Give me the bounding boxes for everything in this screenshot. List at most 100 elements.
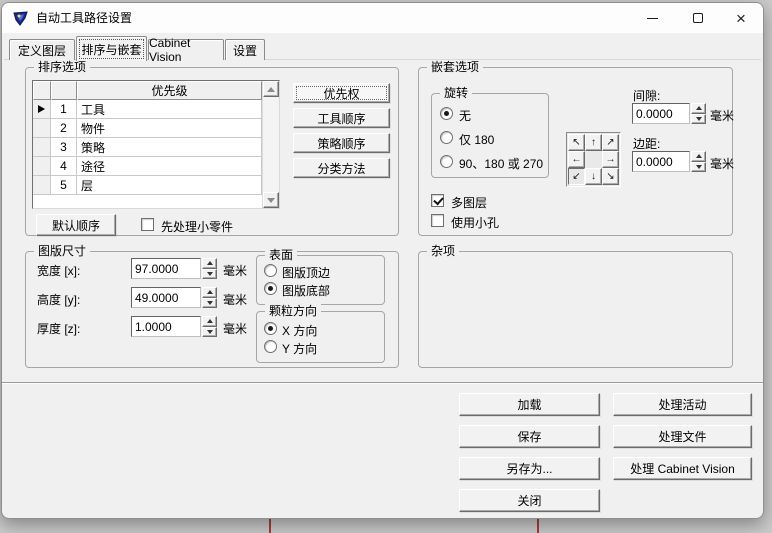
- rotation-180-radio[interactable]: [440, 131, 453, 144]
- height-input[interactable]: [131, 287, 201, 308]
- minimize-icon: [646, 17, 658, 19]
- pad-left-button[interactable]: ←: [568, 151, 585, 168]
- group-label: 杂项: [427, 244, 460, 258]
- window-title: 自动工具路径设置: [36, 11, 133, 25]
- save-as-button[interactable]: 另存为...: [459, 457, 600, 480]
- margin-spinner: [691, 151, 706, 172]
- margin-input[interactable]: [632, 151, 690, 172]
- table-row[interactable]: 3 策略: [33, 138, 279, 157]
- multi-layer-label: 多图层: [451, 196, 488, 210]
- row-selector-cell[interactable]: [33, 176, 51, 195]
- row-value[interactable]: 层: [77, 176, 262, 195]
- gap-input[interactable]: [632, 103, 690, 124]
- gap-unit-label: 毫米: [710, 109, 735, 123]
- rotation-90-180-270-radio[interactable]: [440, 155, 453, 168]
- tab-define-layers[interactable]: 定义图层: [9, 39, 75, 60]
- thickness-input[interactable]: [131, 316, 201, 337]
- tab-label: Cabinet Vision: [149, 36, 191, 64]
- height-spinner: [202, 287, 217, 308]
- table-row[interactable]: 4 途径: [33, 157, 279, 176]
- thickness-spin-up-button[interactable]: [202, 316, 217, 327]
- sort-method-button[interactable]: 分类方法: [293, 158, 390, 178]
- table-row[interactable]: 5 层: [33, 176, 279, 195]
- nesting-direction-pad: ↖ ↑ ↗ ← → ↙ ↓ ↘: [566, 132, 621, 187]
- grain-x-label: X 方向: [282, 324, 318, 338]
- use-small-holes-checkbox[interactable]: [431, 214, 444, 227]
- gap-spinner: [691, 103, 706, 124]
- grain-x-radio[interactable]: [264, 322, 277, 335]
- table-row[interactable]: 2 物件: [33, 119, 279, 138]
- row-value[interactable]: 工具: [77, 100, 262, 119]
- margin-label: 边距:: [633, 137, 661, 151]
- spin-down-icon: [695, 164, 702, 169]
- row-selector-cell[interactable]: [33, 119, 51, 138]
- tab-sort-and-nesting[interactable]: 排序与嵌套: [76, 36, 147, 61]
- small-parts-first-checkbox[interactable]: [141, 218, 154, 231]
- rotation-90-180-270-label: 90、180 或 270: [459, 157, 544, 171]
- default-order-button[interactable]: 默认顺序: [36, 214, 116, 236]
- width-spin-up-button[interactable]: [202, 258, 217, 269]
- multi-layer-checkbox[interactable]: [431, 194, 444, 207]
- margin-spin-up-button[interactable]: [691, 151, 706, 162]
- group-misc: 杂项: [418, 244, 733, 368]
- pad-up-left-button[interactable]: ↖: [568, 134, 585, 151]
- save-button[interactable]: 保存: [459, 425, 600, 448]
- group-label: 颗粒方向: [265, 304, 322, 318]
- width-spin-down-button[interactable]: [202, 268, 217, 279]
- tab-settings[interactable]: 设置: [225, 39, 265, 60]
- close-button[interactable]: ×: [719, 3, 763, 33]
- height-spin-up-button[interactable]: [202, 287, 217, 298]
- scroll-down-button[interactable]: [263, 192, 279, 208]
- load-button[interactable]: 加载: [459, 393, 600, 416]
- row-value[interactable]: 策略: [77, 138, 262, 157]
- pad-right-button[interactable]: →: [602, 151, 619, 168]
- surface-bottom-label: 图版底部: [282, 284, 331, 298]
- pad-center: [585, 151, 602, 168]
- gap-spin-down-button[interactable]: [691, 113, 706, 124]
- group-label: 嵌套选项: [427, 60, 484, 74]
- tool-order-button[interactable]: 工具顺序: [293, 108, 390, 128]
- surface-bottom-radio[interactable]: [264, 282, 277, 295]
- minimize-button[interactable]: [629, 3, 675, 33]
- surface-top-radio[interactable]: [264, 264, 277, 277]
- pad-up-button[interactable]: ↑: [585, 134, 602, 151]
- process-active-button[interactable]: 处理活动: [613, 393, 752, 416]
- priority-button[interactable]: 优先权: [293, 83, 390, 103]
- row-number: 1: [51, 100, 77, 119]
- current-row-pointer-icon: [38, 105, 45, 113]
- process-cabinet-vision-button[interactable]: 处理 Cabinet Vision: [613, 457, 752, 480]
- spin-down-icon: [206, 271, 213, 276]
- row-number: 3: [51, 138, 77, 157]
- title-bar[interactable]: 自动工具路径设置 ×: [2, 3, 763, 33]
- table-row[interactable]: 1 工具: [33, 100, 279, 119]
- pad-down-button[interactable]: ↓: [585, 168, 602, 185]
- maximize-button[interactable]: [675, 3, 721, 33]
- rotation-none-radio[interactable]: [440, 107, 453, 120]
- width-input[interactable]: [131, 258, 201, 279]
- row-selector-cell[interactable]: [33, 138, 51, 157]
- thickness-label: 厚度 [z]:: [37, 322, 81, 336]
- pad-down-left-button[interactable]: ↙: [568, 168, 585, 185]
- tab-cabinet-vision[interactable]: Cabinet Vision: [148, 36, 224, 64]
- group-label: 旋转: [440, 86, 473, 100]
- pad-up-right-button[interactable]: ↗: [602, 134, 619, 151]
- row-selector-cell[interactable]: [33, 100, 51, 119]
- scroll-up-button[interactable]: [263, 81, 279, 97]
- close-icon: ×: [736, 8, 746, 28]
- strategy-order-button[interactable]: 策略顺序: [293, 133, 390, 153]
- grain-y-radio[interactable]: [264, 340, 277, 353]
- table-scrollbar[interactable]: [262, 81, 279, 208]
- thickness-spin-down-button[interactable]: [202, 326, 217, 337]
- row-value[interactable]: 途径: [77, 157, 262, 176]
- close-dialog-button[interactable]: 关闭: [459, 489, 600, 512]
- pad-down-right-button[interactable]: ↘: [602, 168, 619, 185]
- margin-spin-down-button[interactable]: [691, 161, 706, 172]
- priority-table: 优先级 1 工具 2 物件 3 策略 4 途径 5 层: [32, 80, 280, 209]
- row-value[interactable]: 物件: [77, 119, 262, 138]
- height-spin-down-button[interactable]: [202, 297, 217, 308]
- rotation-none-label: 无: [459, 109, 472, 123]
- background-red-line: [537, 517, 539, 533]
- gap-spin-up-button[interactable]: [691, 103, 706, 114]
- row-selector-cell[interactable]: [33, 157, 51, 176]
- process-file-button[interactable]: 处理文件: [613, 425, 752, 448]
